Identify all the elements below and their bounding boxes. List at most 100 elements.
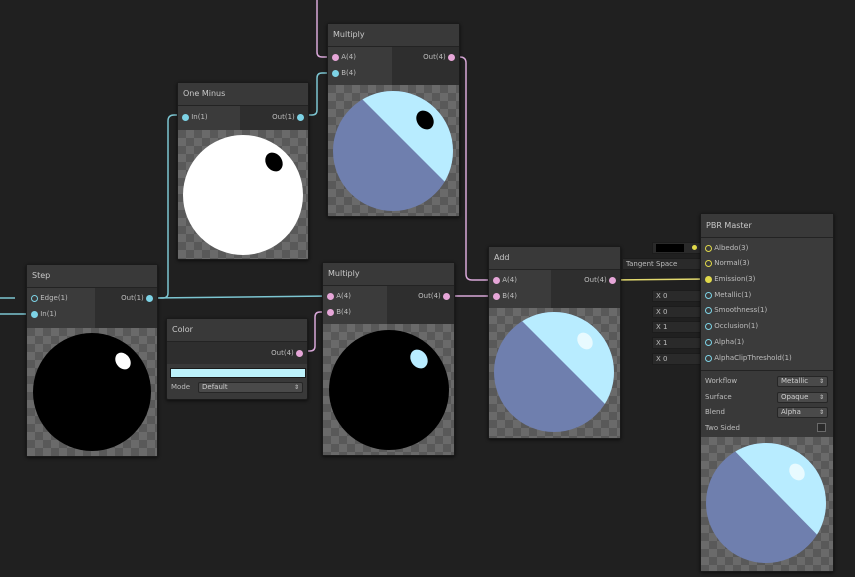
out-output-port[interactable]: Out(1)	[272, 111, 304, 123]
port-section: A(4) B(4) Out(4)	[489, 270, 620, 308]
port-circle-icon	[705, 354, 712, 362]
surface-label: Surface	[705, 393, 732, 401]
port-label: B(4)	[341, 69, 356, 77]
dropdown-value: Opaque	[781, 393, 809, 401]
dropdown-arrow-icon: ⇕	[293, 384, 299, 391]
port-circle-icon	[31, 294, 38, 302]
port-label: In(1)	[191, 113, 208, 121]
two-sided-checkbox[interactable]	[817, 423, 826, 432]
b-input-port[interactable]: B(4)	[332, 67, 356, 79]
port-circle-icon	[705, 275, 712, 283]
metallic-input-port[interactable]: Metallic(1)	[705, 289, 751, 301]
dropdown-value: Metallic	[781, 377, 809, 385]
out-output-port[interactable]: Out(1)	[121, 292, 153, 304]
field-value: 0	[663, 308, 668, 316]
port-label: Albedo(3)	[714, 244, 749, 252]
port-circle-icon	[31, 310, 38, 318]
metallic-field[interactable]: X 0	[652, 290, 701, 302]
port-label: Edge(1)	[40, 294, 68, 302]
mode-label: Mode	[171, 383, 191, 391]
workflow-dropdown[interactable]: Metallic ⇕	[777, 376, 828, 387]
normal-space-field[interactable]: Tangent Space	[622, 258, 701, 270]
wire-add-to-emission	[611, 278, 708, 281]
in-input-port[interactable]: In(1)	[182, 111, 208, 123]
surface-dropdown[interactable]: Opaque ⇕	[777, 392, 828, 403]
alpha-input-port[interactable]: Alpha(1)	[705, 336, 744, 348]
dropdown-value: Alpha	[781, 408, 801, 416]
alpha-field[interactable]: X 1	[652, 337, 701, 349]
port-circle-icon	[296, 349, 303, 357]
port-label: A(4)	[336, 292, 351, 300]
multiply-node-top[interactable]: Multiply A(4) B(4) Out(4)	[327, 23, 460, 217]
port-label: B(4)	[336, 308, 351, 316]
port-label: Out(4)	[423, 53, 446, 61]
port-label: Out(1)	[272, 113, 295, 121]
alpha-clip-input-port[interactable]: AlphaClipThreshold(1)	[705, 352, 792, 364]
node-title: Add	[489, 247, 620, 270]
occlusion-field[interactable]: X 1	[652, 321, 701, 333]
port-circle-icon	[448, 53, 455, 61]
alpha-clip-field[interactable]: X 0	[652, 353, 701, 365]
out-output-port[interactable]: Out(4)	[423, 51, 455, 63]
node-preview	[27, 328, 157, 456]
port-circle-icon	[705, 322, 712, 330]
edge-input-port[interactable]: Edge(1)	[31, 292, 68, 304]
out-output-port[interactable]: Out(4)	[271, 347, 303, 359]
out-output-port[interactable]: Out(4)	[584, 274, 616, 286]
field-value: 1	[663, 323, 668, 331]
color-node[interactable]: Color Out(4) Mode Default ⇕	[166, 318, 308, 400]
node-title: PBR Master	[701, 214, 833, 238]
port-section: Albedo(3) Normal(3) Emission(3) Metallic…	[701, 238, 833, 370]
port-label: Occlusion(1)	[714, 322, 759, 330]
port-section: In(1) Out(1)	[178, 106, 308, 130]
port-label: Out(4)	[418, 292, 441, 300]
port-label: Out(1)	[121, 294, 144, 302]
normal-input-port[interactable]: Normal(3)	[705, 257, 749, 269]
axis-label: X	[656, 339, 661, 347]
port-label: In(1)	[40, 310, 57, 318]
smoothness-field[interactable]: X 0	[652, 306, 701, 318]
step-node[interactable]: Step Edge(1) In(1) Out(1)	[26, 264, 158, 457]
port-label: B(4)	[502, 292, 517, 300]
add-node[interactable]: Add A(4) B(4) Out(4)	[488, 246, 621, 439]
multiply-node-bottom[interactable]: Multiply A(4) B(4) Out(4)	[322, 262, 455, 456]
port-circle-icon	[182, 113, 189, 121]
node-preview	[178, 130, 308, 259]
occlusion-input-port[interactable]: Occlusion(1)	[705, 320, 758, 332]
port-label: A(4)	[502, 276, 517, 284]
port-label: Out(4)	[584, 276, 607, 284]
a-input-port[interactable]: A(4)	[327, 290, 351, 302]
port-label: Emission(3)	[714, 275, 756, 283]
field-value: 0	[663, 292, 668, 300]
axis-label: X	[656, 355, 661, 363]
albedo-swatch	[656, 244, 684, 252]
in-input-port[interactable]: In(1)	[31, 308, 57, 320]
settings-section: Workflow Metallic ⇕ Surface Opaque ⇕ Blend…	[701, 370, 833, 437]
a-input-port[interactable]: A(4)	[332, 51, 356, 63]
mode-dropdown[interactable]: Default ⇕	[198, 382, 303, 393]
node-preview	[489, 308, 620, 438]
dropdown-arrow-icon: ⇕	[818, 378, 824, 385]
albedo-input-port[interactable]: Albedo(3)	[705, 242, 748, 254]
b-input-port[interactable]: B(4)	[493, 290, 517, 302]
pbr-master-node[interactable]: PBR Master Albedo(3) Normal(3) Emission(…	[700, 213, 834, 572]
out-output-port[interactable]: Out(4)	[418, 290, 450, 302]
b-input-port[interactable]: B(4)	[327, 306, 351, 318]
a-input-port[interactable]: A(4)	[493, 274, 517, 286]
field-value: Tangent Space	[626, 260, 678, 268]
emission-input-port[interactable]: Emission(3)	[705, 273, 755, 285]
blend-dropdown[interactable]: Alpha ⇕	[777, 407, 828, 418]
smoothness-input-port[interactable]: Smoothness(1)	[705, 304, 767, 316]
axis-label: X	[656, 292, 661, 300]
port-label: A(4)	[341, 53, 356, 61]
albedo-color-field[interactable]	[652, 242, 701, 254]
node-preview	[328, 85, 459, 216]
node-title: Multiply	[328, 24, 459, 47]
port-circle-icon	[327, 292, 334, 300]
port-section: A(4) B(4) Out(4)	[328, 47, 459, 85]
color-swatch[interactable]	[170, 368, 306, 378]
port-section: Edge(1) In(1) Out(1)	[27, 288, 157, 328]
one-minus-node[interactable]: One Minus In(1) Out(1)	[177, 82, 309, 260]
wire-step-to-multiply	[152, 295, 330, 299]
blend-label: Blend	[705, 408, 725, 416]
